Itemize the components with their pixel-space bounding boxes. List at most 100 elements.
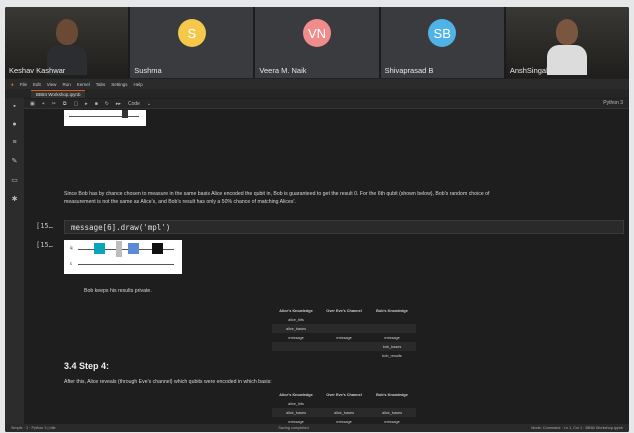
table-cell: message [288, 419, 304, 424]
status-bar: Simple · 1 · Python 3 | Idle Saving comp… [5, 424, 629, 432]
table-cell [368, 399, 416, 408]
menu-bar: ● File Edit View Run Kernel Tabs Setting… [5, 79, 629, 89]
table-cell: message [288, 335, 304, 340]
participant-tile-3[interactable]: SB Shivaprasad B [380, 7, 504, 78]
cut-button[interactable]: ✂ [52, 101, 56, 107]
participant-name: Shivaprasad B [384, 66, 434, 75]
tab-notebook[interactable]: BB84 Workshop.ipynb [31, 89, 86, 98]
table-cell: bob_bases [368, 342, 416, 351]
restart-button[interactable]: ↻ [105, 101, 109, 107]
table-row: message message message [272, 417, 416, 424]
notebook-content[interactable]: Since Bob has by chance chosen to measur… [24, 110, 629, 424]
menu-view[interactable]: View [47, 82, 57, 87]
table-header: Alice's Knowledge [279, 308, 313, 313]
participant-tile-1[interactable]: S Sushma [130, 7, 254, 78]
table-cell: message [336, 335, 352, 340]
stop-button[interactable]: ■ [95, 101, 98, 107]
list-icon[interactable]: ≡ [12, 139, 16, 146]
participant-video [556, 19, 579, 45]
participant-name: AnshSingal [509, 66, 548, 75]
participant-video [55, 19, 78, 45]
previous-circuit-image [64, 110, 146, 126]
cell-type-select[interactable]: Code [128, 101, 140, 107]
measure-gate [122, 110, 128, 118]
table-cell: alice_bases [320, 408, 368, 417]
circuit-output-image: q c [64, 240, 182, 274]
code-text[interactable]: message[6].draw('mpl') [71, 223, 170, 232]
participant-tile-2[interactable]: VN Veera M. Naik [255, 7, 379, 78]
output-prompt: [15… [36, 241, 53, 249]
tabs-icon[interactable]: ▭ [11, 176, 18, 184]
x-gate [94, 243, 105, 254]
paste-button[interactable]: ▢ [73, 101, 78, 107]
copy-button[interactable]: ⧉ [63, 101, 67, 107]
table-row: alice_bases [272, 324, 416, 333]
table-cell: bob_results [382, 353, 402, 358]
knowledge-table-1: Alice's Knowledge Over Eve's Channel Bob… [272, 306, 416, 360]
participant-tile-4[interactable]: AnshSingal [505, 7, 629, 78]
menu-tabs[interactable]: Tabs [96, 82, 106, 87]
table-cell [320, 324, 368, 333]
run-all-button[interactable]: ▸▸ [116, 101, 121, 107]
table-cell: alice_bits [288, 317, 304, 322]
menu-run[interactable]: Run [62, 82, 70, 87]
table-header: Bob's Knowledge [376, 308, 408, 313]
table-header-row: Alice's Knowledge Over Eve's Channel Bob… [272, 306, 416, 315]
table-row: alice_bases alice_bases alice_bases [272, 408, 416, 417]
status-left[interactable]: Simple · 1 · Python 3 | Idle [11, 426, 56, 430]
qubit-label: q [70, 245, 73, 250]
table-cell [320, 351, 368, 360]
circle-icon[interactable]: ● [12, 121, 16, 128]
participant-strip: Keshav Kashwar S Sushma VN Veera M. Naik… [5, 7, 629, 78]
tab-bar: BB84 Workshop.ipynb [5, 89, 629, 98]
knowledge-table-2: Alice's Knowledge Over Eve's Channel Bob… [272, 390, 416, 424]
section-heading: 3.4 Step 4: [64, 361, 110, 371]
participant-name: Veera M. Naik [259, 66, 307, 75]
participant-name: Sushma [134, 66, 162, 75]
add-cell-button[interactable]: + [42, 101, 45, 107]
menu-file[interactable]: File [20, 82, 27, 87]
table-header: Over Eve's Channel [326, 308, 362, 313]
participant-tile-0[interactable]: Keshav Kashwar [5, 7, 129, 78]
table-row: alice_bits [272, 399, 416, 408]
menu-settings[interactable]: Settings [111, 82, 127, 87]
table-cell [320, 315, 368, 324]
table-cell [368, 324, 416, 333]
puzzle-icon[interactable]: ✎ [12, 157, 18, 165]
table-cell [368, 315, 416, 324]
menu-kernel[interactable]: Kernel [77, 82, 90, 87]
table-header: Over Eve's Channel [326, 392, 362, 397]
folder-icon[interactable]: ▪ [13, 103, 15, 110]
chevron-down-icon[interactable]: ⌄ [147, 101, 151, 107]
h-gate [128, 243, 139, 254]
table-header: Alice's Knowledge [279, 392, 313, 397]
table-header: Bob's Knowledge [376, 392, 408, 397]
table-cell [272, 351, 320, 360]
screenshot: Keshav Kashwar S Sushma VN Veera M. Naik… [0, 0, 634, 433]
wrench-icon[interactable]: ✱ [12, 195, 18, 203]
participant-avatar: SB [428, 19, 457, 47]
table-cell [320, 342, 368, 351]
circuit-wire [69, 116, 139, 117]
jupyterlab-window: ● File Edit View Run Kernel Tabs Setting… [5, 79, 629, 432]
save-icon[interactable]: ▣ [30, 101, 35, 107]
table-cell: alice_bits [288, 401, 304, 406]
participant-avatar: S [177, 19, 206, 47]
table-cell: message [336, 419, 352, 424]
table-cell: alice_bases [272, 324, 320, 333]
kernel-indicator[interactable]: Python 3 [603, 100, 623, 106]
markdown-text-3: Bob keeps his results private. [84, 288, 152, 294]
table-row: message message message [272, 333, 416, 342]
app-logo-icon: ● [11, 81, 14, 87]
code-cell[interactable]: message[6].draw('mpl') [64, 220, 624, 234]
participant-avatar: VN [303, 19, 331, 47]
menu-edit[interactable]: Edit [33, 82, 41, 87]
menu-help[interactable]: Help [134, 82, 143, 87]
barrier [116, 241, 122, 257]
markdown-text-1: Since Bob has by chance chosen to measur… [64, 191, 490, 197]
table-cell [272, 342, 320, 351]
run-button[interactable]: ▸ [85, 101, 88, 107]
status-right: Mode: Command · Ln 1, Col 1 · BB84 Works… [531, 426, 623, 430]
participant-name: Keshav Kashwar [9, 66, 66, 75]
classical-wire [78, 264, 174, 265]
